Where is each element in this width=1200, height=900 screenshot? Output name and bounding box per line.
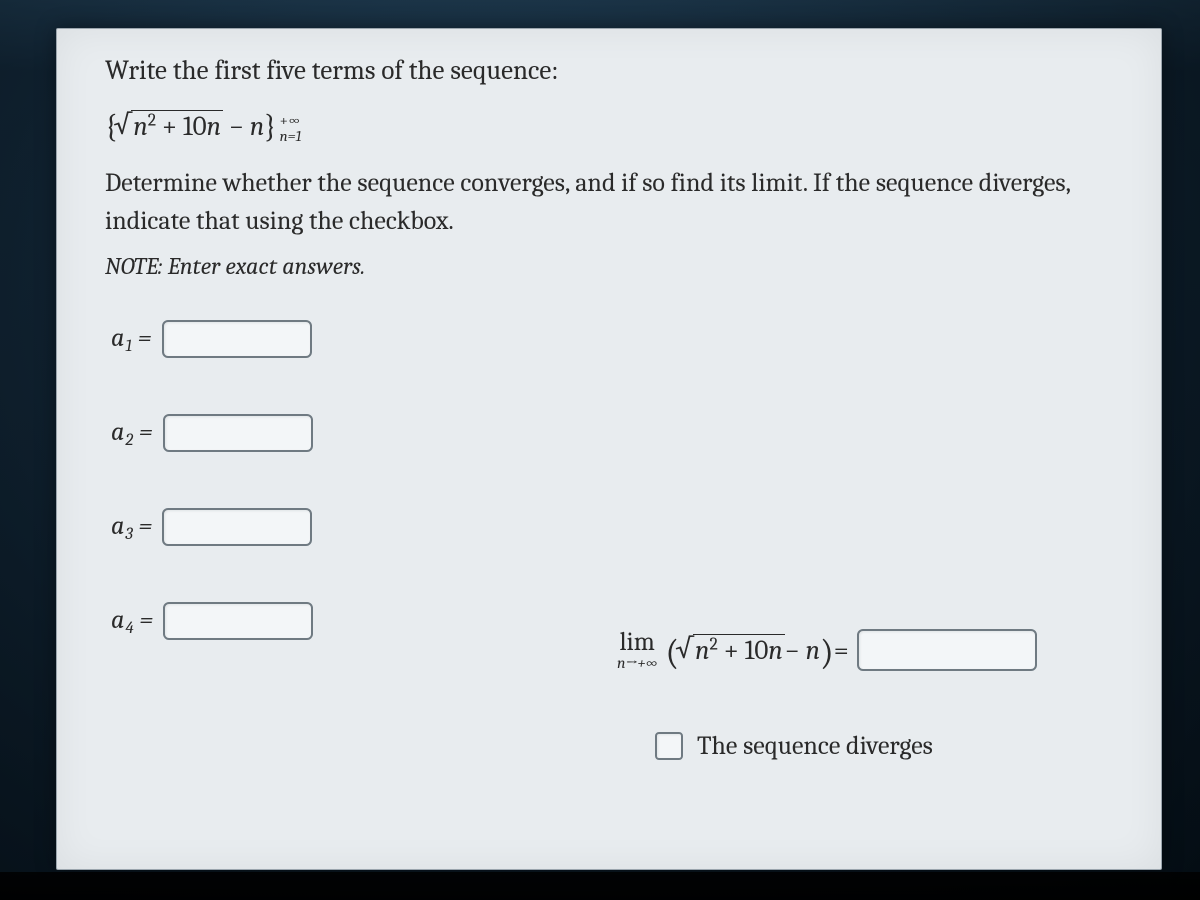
a3-input[interactable] — [162, 508, 312, 546]
radical-icon: √ — [113, 108, 131, 140]
diverges-label: The sequence diverges — [697, 731, 933, 761]
sqrt-expression-limit: √n2 + 10n — [679, 634, 785, 666]
limit-expression: lim n→+∞ (√n2 + 10n − n)= — [617, 629, 1197, 671]
term-row-1: a1 = — [111, 320, 1119, 358]
term-label: a4 = — [111, 605, 153, 638]
right-paren-icon: ) — [820, 632, 834, 673]
term-row-3: a3 = — [111, 508, 1119, 546]
term-label: a2 = — [111, 417, 153, 450]
answer-rows: a1 = a2 = a3 = a4 = — [111, 320, 1119, 640]
a2-input[interactable] — [163, 414, 313, 452]
lim-stack: lim n→+∞ — [617, 629, 657, 671]
note-text: Enter exact answers. — [162, 252, 365, 280]
limit-equals: = — [834, 635, 849, 666]
term-label: a1 = — [111, 323, 152, 356]
a4-input[interactable] — [163, 602, 313, 640]
limit-input[interactable] — [857, 629, 1037, 671]
term-label: a3 = — [111, 511, 152, 544]
limit-tail: − n — [785, 635, 820, 666]
diverges-row: The sequence diverges — [655, 731, 1197, 761]
problem-card: Write the first five terms of the sequen… — [56, 28, 1162, 870]
term-row-2: a2 = — [111, 414, 1119, 452]
radicand: n2 + 10n — [131, 110, 223, 142]
note-label: NOTE: — [105, 252, 162, 280]
limit-and-diverge: lim n→+∞ (√n2 + 10n − n)= The sequence d… — [617, 629, 1197, 761]
sequence-tail: − n — [223, 111, 264, 142]
device-bottom-bar — [0, 872, 1200, 900]
radical-icon: √ — [675, 632, 693, 664]
radicand: n2 + 10n — [693, 634, 785, 666]
diverges-checkbox[interactable] — [655, 732, 683, 760]
problem-title: Write the first five terms of the sequen… — [105, 55, 1119, 86]
problem-body: Determine whether the sequence converges… — [105, 165, 1119, 240]
index-limits: +∞n=1 — [280, 113, 302, 145]
sqrt-expression: √n2 + 10n — [117, 110, 223, 142]
right-brace: } — [264, 108, 276, 145]
note: NOTE: Enter exact answers. — [105, 252, 1119, 280]
a1-input[interactable] — [162, 320, 312, 358]
sequence-definition: {√n2 + 10n − n}+∞n=1 — [105, 108, 1119, 145]
